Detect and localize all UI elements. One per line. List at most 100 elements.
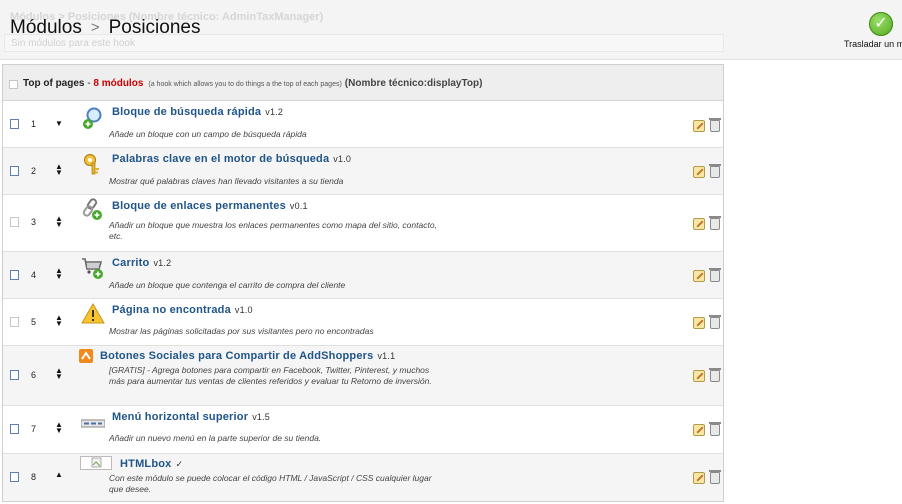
row-select-checkbox[interactable] [10,166,19,176]
module-name-link[interactable]: Bloque de búsqueda rápida v1.2 [112,106,283,118]
move-arrows[interactable]: ▲ ▼ [54,367,64,381]
broken-image-icon [80,456,112,470]
module-row: 3 ▲ ▼ Bloque de enlaces permanentes v0.1 A… [3,195,723,252]
breadcrumb-root[interactable]: Módulos [10,17,82,38]
arrow-down-icon[interactable]: ▼ [55,119,63,128]
cart-add-icon [82,258,103,279]
move-arrows[interactable]: ▼ [54,119,64,128]
row-select-checkbox[interactable] [10,317,19,327]
module-name-link[interactable]: Bloque de enlaces permanentes v0.1 [112,200,308,212]
page-header: Módulos > Posiciones (Nombre técnico: Ad… [0,0,902,60]
module-name-link[interactable]: Menú horizontal superior v1.5 [112,411,270,423]
module-name-link[interactable]: Botones Sociales para Compartir de AddSh… [100,350,395,362]
module-version: v1.5 [252,412,271,422]
module-version: ✓ [175,459,184,469]
edit-icon[interactable] [693,317,705,329]
module-name[interactable]: Palabras clave en el motor de búsqueda [112,153,329,165]
module-row: 8 ▲ HTMLbox ✓ Con este módulo se puede co… [3,454,723,501]
delete-icon[interactable] [709,422,721,436]
search-add-icon [82,107,102,129]
row-select-checkbox[interactable] [10,472,19,482]
delete-icon[interactable] [709,315,721,329]
menu-bar-icon [81,419,105,428]
module-name[interactable]: Carrito [112,257,149,269]
module-description: Añadir un nuevo menú en la parte superio… [109,433,322,443]
edit-icon[interactable] [693,218,705,230]
edit-icon[interactable] [693,424,705,436]
transplant-module-button[interactable]: ✓ Trasladar un mó [842,10,902,54]
module-name[interactable]: HTMLbox [120,458,172,470]
hook-panel: Top of pages - 8 módulos (a hook which al… [2,64,724,502]
delete-icon[interactable] [709,118,721,132]
arrow-down-icon[interactable]: ▼ [55,319,63,328]
move-arrows[interactable]: ▲ ▼ [54,314,64,328]
arrow-down-icon[interactable]: ▼ [55,220,63,229]
module-row: 1 ▼ Bloque de búsqueda rápida v1.2 Añade … [3,101,723,148]
module-name-link[interactable]: Página no encontrada v1.0 [112,304,253,316]
delete-icon[interactable] [709,470,721,484]
move-arrows[interactable]: ▲ ▼ [54,421,64,435]
hook-module-count: 8 módulos [93,78,144,89]
module-version: v1.0 [234,305,253,315]
addshoppers-logo-icon [79,349,93,363]
module-position: 3 [31,217,37,227]
module-name[interactable]: Página no encontrada [112,304,231,316]
module-description: Mostrar las páginas solicitadas por sus … [109,326,374,336]
edit-icon[interactable] [693,270,705,282]
module-version: v1.1 [377,351,396,361]
module-position: 4 [31,270,37,280]
move-arrows[interactable]: ▲ ▼ [54,267,64,281]
row-select-checkbox[interactable] [10,217,19,227]
delete-icon[interactable] [709,164,721,178]
module-name[interactable]: Bloque de enlaces permanentes [112,200,286,212]
module-description: Añadir un bloque que muestra los enlaces… [109,220,437,241]
module-name-link[interactable]: Palabras clave en el motor de búsqueda v1… [112,153,351,165]
breadcrumb-current: Posiciones [108,17,201,38]
row-select-checkbox[interactable] [10,424,19,434]
row-select-checkbox[interactable] [10,119,19,129]
transplant-module-label: Trasladar un mó [844,39,902,49]
delete-icon[interactable] [709,216,721,230]
module-position: 5 [31,317,37,327]
move-arrows[interactable]: ▲ ▼ [54,215,64,229]
edit-icon[interactable] [693,472,705,484]
module-version: v1.0 [333,154,352,164]
check-icon: ✓ [869,12,893,36]
move-arrows[interactable]: ▲ ▼ [54,163,64,177]
row-select-checkbox[interactable] [10,270,19,280]
module-version: v0.1 [289,201,308,211]
link-add-icon [82,198,102,220]
edit-icon[interactable] [693,166,705,178]
module-row: 4 ▲ ▼ Carrito v1.2 Añade un bloque que con… [3,252,723,299]
hook-select-checkbox[interactable] [9,80,18,89]
breadcrumb-separator: > [90,19,100,36]
module-position: 7 [31,424,37,434]
module-row: 6 ▲ ▼ Botones Sociales para Compartir de … [3,346,723,406]
module-position: 8 [31,472,37,482]
module-row: 5 ▲ ▼ Página no encontrada v1.0 Mostrar la… [3,299,723,346]
module-name[interactable]: Botones Sociales para Compartir de AddSh… [100,350,373,362]
arrow-up-icon[interactable]: ▲ [55,470,63,479]
module-name-link[interactable]: Carrito v1.2 [112,257,171,269]
edit-icon[interactable] [693,120,705,132]
hook-name: Top of pages [23,78,85,89]
move-arrows[interactable]: ▲ [54,470,64,479]
module-name[interactable]: Menú horizontal superior [112,411,248,423]
arrow-down-icon[interactable]: ▼ [55,426,63,435]
delete-icon[interactable] [709,268,721,282]
module-description: Añade un bloque que contenga el carrito … [109,280,346,290]
module-description: Con este módulo se puede colocar el códi… [109,473,432,494]
delete-icon[interactable] [709,368,721,382]
arrow-down-icon[interactable]: ▼ [55,168,63,177]
module-description: Mostrar qué palabras claves han llevado … [109,176,344,186]
module-description: [GRATIS] - Agrega botones para compartir… [109,365,432,386]
module-row: 7 ▲ ▼ Menú horizontal superior v1.5 Añadir… [3,406,723,454]
breadcrumb: Módulos > Posiciones [10,17,200,39]
module-name-link[interactable]: HTMLbox ✓ [120,458,183,470]
arrow-down-icon[interactable]: ▼ [55,372,63,381]
arrow-down-icon[interactable]: ▼ [55,272,63,281]
hook-title: Top of pages - 8 módulos (a hook which al… [23,78,482,89]
module-name[interactable]: Bloque de búsqueda rápida [112,106,261,118]
edit-icon[interactable] [693,370,705,382]
row-select-checkbox[interactable] [10,370,19,380]
